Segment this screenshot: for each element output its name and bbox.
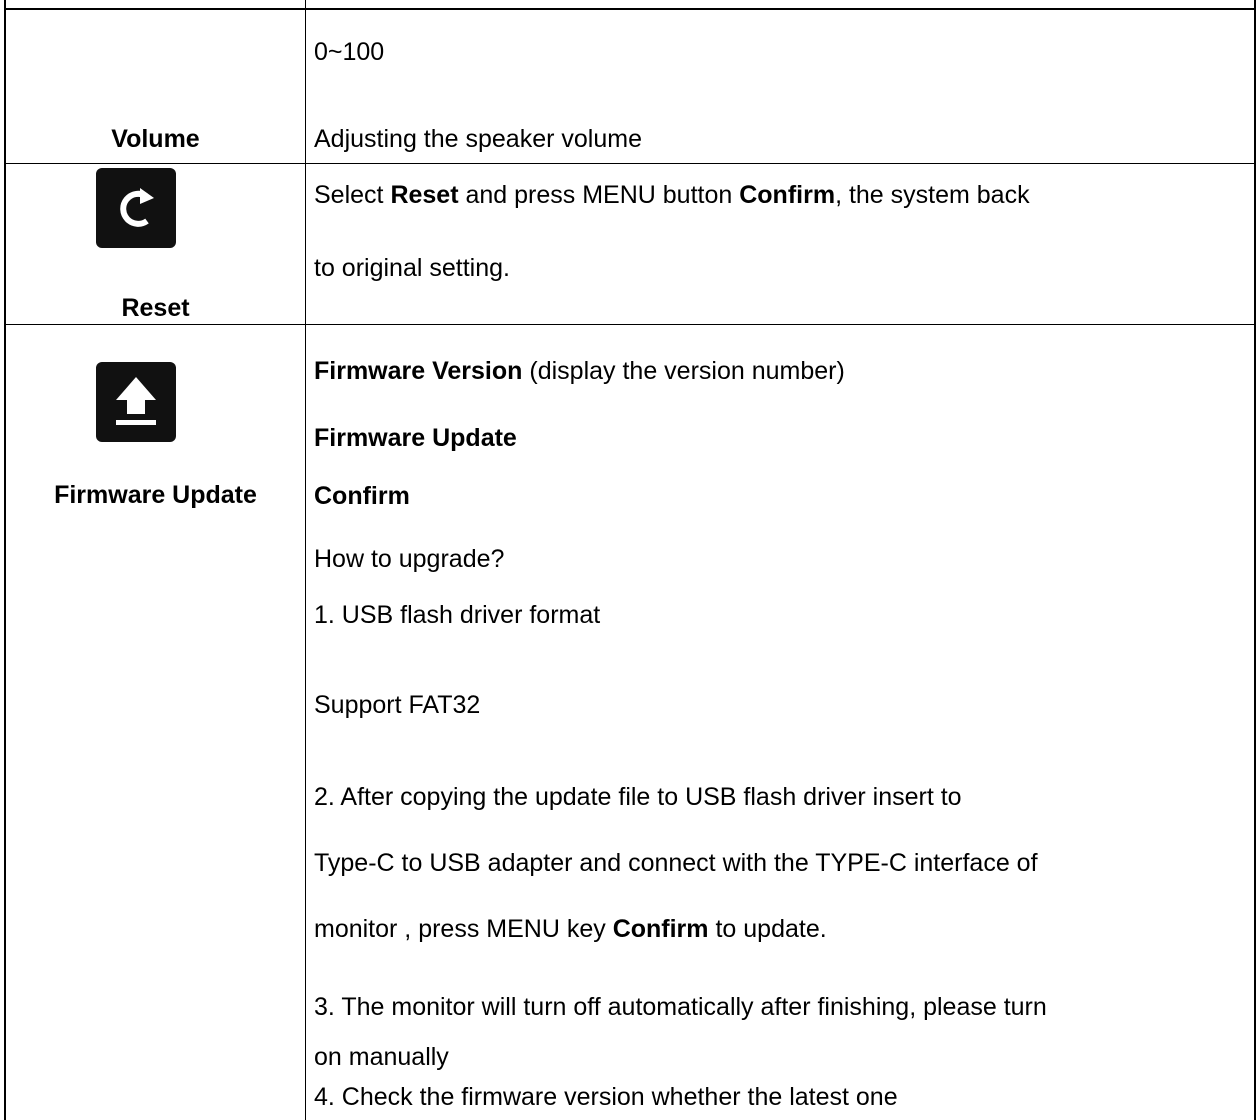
firmware-update-option: Firmware Update [314, 424, 517, 452]
firmware-update-label: Firmware Update [54, 481, 257, 509]
reset-label: Reset [121, 294, 190, 322]
table-border-left [4, 0, 6, 1120]
volume-description: Adjusting the speaker volume [314, 125, 642, 153]
upgrade-step-2-line1: 2. After copying the update file to USB … [314, 783, 962, 811]
upgrade-support-format: Support FAT32 [314, 691, 481, 719]
table-border-right [1254, 0, 1256, 1120]
upgrade-step-4: 4. Check the firmware version whether th… [314, 1083, 898, 1111]
volume-label: Volume [111, 125, 200, 153]
volume-range: 0~100 [314, 38, 385, 66]
upgrade-step-3-line1: 3. The monitor will turn off automatical… [314, 993, 1047, 1021]
reset-description-line2: to original setting. [314, 254, 510, 282]
settings-table: Volume 0~100 Adjusting the speaker volum… [0, 0, 1260, 1120]
firmware-version-line: Firmware Version (display the version nu… [314, 357, 845, 385]
table-column-divider [305, 0, 306, 1120]
table-row-divider [4, 163, 1256, 164]
firmware-confirm-option: Confirm [314, 482, 410, 510]
how-to-upgrade: How to upgrade? [314, 545, 505, 573]
refresh-icon [96, 168, 176, 248]
upgrade-step-2-line3: monitor , press MENU key Confirm to upda… [314, 915, 827, 943]
upgrade-step-2-line2: Type-C to USB adapter and connect with t… [314, 849, 1038, 877]
table-border-top [4, 8, 1256, 10]
table-row-divider [4, 324, 1256, 325]
upload-icon [96, 362, 176, 442]
reset-description-line1: Select Reset and press MENU button Confi… [314, 181, 1030, 209]
upgrade-step-1: 1. USB flash driver format [314, 601, 601, 629]
upgrade-step-3-line2: on manually [314, 1043, 449, 1071]
